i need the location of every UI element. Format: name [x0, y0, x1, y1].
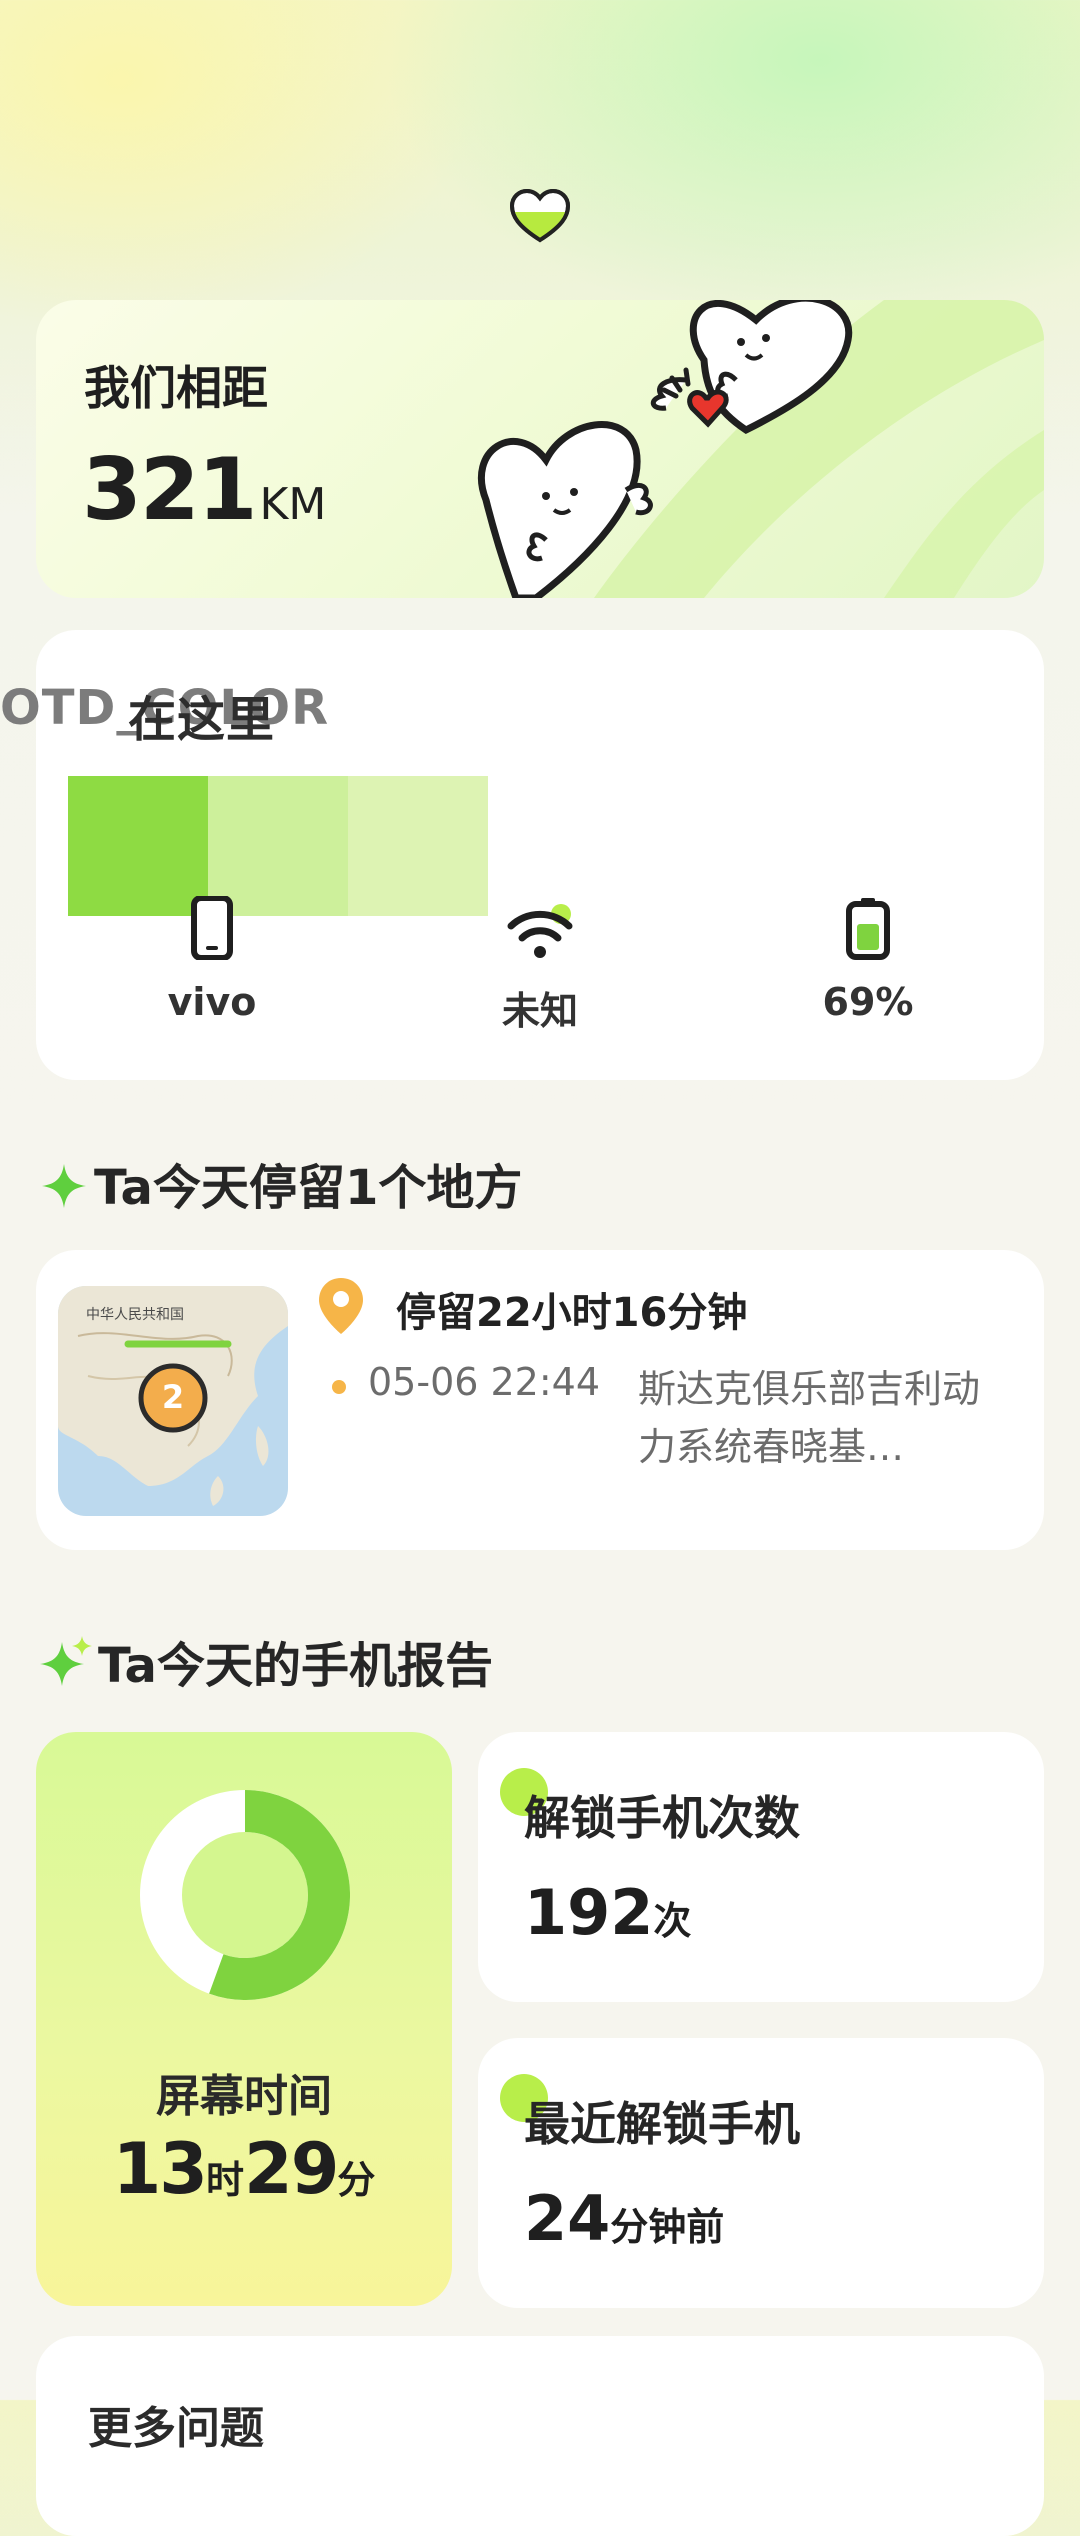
report-section-title: Ta今天的手机报告 — [40, 1626, 493, 1696]
device-wifi-label: 未知 — [501, 989, 578, 1033]
screen-time-ring — [140, 1790, 350, 2000]
last-unlock-value: 24分钟前 — [524, 2182, 725, 2255]
last-unlock-card[interactable] — [478, 2038, 1044, 2308]
last-unlock-label: 最近解锁手机 — [524, 2097, 800, 2151]
map-cluster-badge: 2 — [161, 1378, 185, 1416]
device-title: 在这里 — [128, 692, 276, 748]
unlock-count-label: 解锁手机次数 — [524, 1791, 800, 1845]
couple-hearts-illustration — [477, 300, 853, 598]
distance-card[interactable]: 我们相距 321KM — [36, 300, 1044, 598]
heart-logo-icon — [509, 188, 571, 243]
battery-icon — [846, 898, 890, 960]
location-pin-icon — [319, 1278, 363, 1334]
map-country-label: 中华人民共和国 — [86, 1307, 184, 1323]
wifi-icon — [507, 904, 573, 958]
unlock-count-value: 192次 — [524, 1876, 692, 1949]
map-thumbnail[interactable]: 中华人民共和国 2 — [58, 1286, 288, 1516]
distance-unit: KM — [259, 479, 327, 530]
device-phone-item: vivo — [62, 890, 362, 1024]
distance-title: 我们相距 — [84, 361, 268, 415]
screen-time-value: 13时29分 — [112, 2128, 376, 2210]
stay-time: 05-06 22:44 — [368, 1360, 601, 1404]
device-battery-item: 69% — [718, 890, 1018, 1024]
sparkle-icon — [42, 1164, 86, 1208]
device-wifi-item: 未知 — [390, 890, 690, 1035]
distance-value: 321KM — [82, 440, 327, 540]
timeline-dot — [332, 1380, 346, 1394]
sparkle-icon — [40, 1636, 92, 1686]
screen-time-label: 屏幕时间 — [156, 2071, 332, 2122]
phone-icon — [191, 896, 233, 960]
unlock-count-card[interactable] — [478, 1732, 1044, 2002]
more-card-title: 更多问题 — [88, 2403, 264, 2454]
stay-place: 斯达克俱乐部吉利动力系统春晓基… — [638, 1367, 981, 1469]
stay-duration: 停留22小时16分钟 — [396, 1290, 748, 1336]
places-section-title: Ta今天停留1个地方 — [40, 1148, 522, 1218]
device-battery-label: 69% — [822, 980, 914, 1024]
device-phone-label: vivo — [167, 980, 257, 1024]
